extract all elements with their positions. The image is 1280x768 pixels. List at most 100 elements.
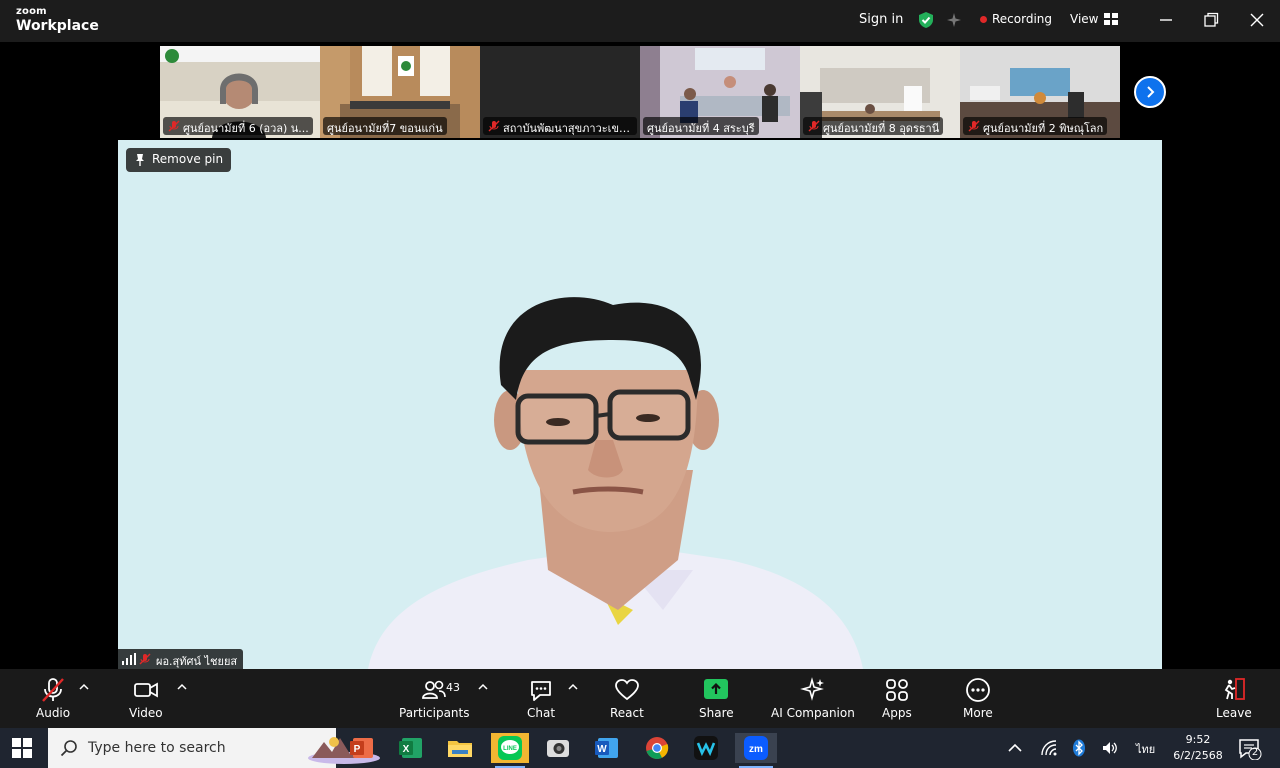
pin-icon xyxy=(136,154,144,166)
taskbar-search[interactable]: Type here to search xyxy=(48,728,380,768)
ai-sparkle-icon[interactable] xyxy=(945,11,963,29)
sign-in-link[interactable]: Sign in xyxy=(859,12,903,27)
more-label: More xyxy=(963,706,993,720)
windows-start-icon[interactable] xyxy=(12,738,32,758)
thumbnail-label: ศูนย์อนามัยที่ 6 (อวล) น... xyxy=(163,117,313,135)
notification-count: 2 xyxy=(1251,747,1259,758)
meeting-controls: Audio Video Participants 43 Chat React S… xyxy=(0,669,1280,728)
bluetooth-icon[interactable] xyxy=(1070,739,1088,757)
minimize-icon[interactable] xyxy=(1156,10,1176,30)
camera-app-icon[interactable] xyxy=(543,733,573,763)
mic-muted-icon xyxy=(139,653,151,665)
audio-options-chevron-up-icon[interactable] xyxy=(79,683,89,691)
system-clock[interactable]: 9:52 6/2/2568 xyxy=(1170,732,1226,764)
input-language[interactable]: ไทย xyxy=(1136,740,1155,758)
speaker-name-tag: ผอ.สุทัศน์ ไชยยส xyxy=(118,649,244,669)
notification-center[interactable]: 2 xyxy=(1238,738,1262,761)
participant-thumbnail[interactable]: ศูนย์อนามัยที่ 6 (อวล) น... xyxy=(160,46,320,138)
recording-indicator[interactable]: Recording xyxy=(980,12,1052,26)
leave-button[interactable]: Leave xyxy=(1216,677,1252,720)
thumbnail-label: ศูนย์อนามัยที่ 8 อุดรธานี xyxy=(803,117,944,135)
mic-muted-icon xyxy=(168,120,180,132)
gallery-strip: ศูนย์อนามัยที่ 6 (อวล) น... ศูนย์อนามัยท… xyxy=(160,46,1120,138)
thumbnail-name: ศูนย์อนามัยที่7 ขอนแก่น xyxy=(327,122,443,135)
participants-icon xyxy=(422,680,447,699)
next-page-button[interactable] xyxy=(1134,76,1166,108)
participant-thumbnail[interactable]: ศูนย์อนามัยที่7 ขอนแก่น xyxy=(320,46,480,138)
leave-door-icon xyxy=(1224,678,1245,700)
react-button[interactable]: React xyxy=(610,677,644,720)
leave-label: Leave xyxy=(1216,706,1252,720)
apps-label: Apps xyxy=(882,706,912,720)
thumbnail-name: ศูนย์อนามัยที่ 8 อุดรธานี xyxy=(823,122,940,135)
share-label: Share xyxy=(699,706,734,720)
shield-check-icon[interactable] xyxy=(917,11,935,29)
svg-text:X: X xyxy=(403,744,410,755)
ai-sparkle-icon xyxy=(800,677,824,701)
thumbnail-label: สถาบันพัฒนาสุขภาวะเขต... xyxy=(483,117,637,135)
react-label: React xyxy=(610,706,644,720)
thumbnail-label: ศูนย์อนามัยที่ 2 พิษณุโลก xyxy=(963,117,1108,135)
mic-muted-icon xyxy=(808,120,820,132)
audio-button[interactable]: Audio xyxy=(36,677,70,720)
record-dot-icon xyxy=(980,15,987,23)
zoom-app-icon: zm xyxy=(744,736,768,760)
speaker-video-frame xyxy=(118,140,1162,669)
remove-pin-button[interactable]: Remove pin xyxy=(126,148,232,172)
ai-companion-button[interactable]: AI Companion xyxy=(771,677,855,720)
video-camera-icon xyxy=(133,682,158,698)
clock-time: 9:52 xyxy=(1185,733,1211,746)
participant-thumbnail[interactable]: ศูนย์อนามัยที่ 8 อุดรธานี xyxy=(800,46,960,138)
webex-icon[interactable] xyxy=(691,733,721,763)
chat-button[interactable]: Chat xyxy=(527,677,555,720)
participant-thumbnail[interactable]: สถาบันพัฒนาสุขภาวะเขต... xyxy=(480,46,640,138)
remove-pin-label: Remove pin xyxy=(152,152,224,166)
volume-icon[interactable] xyxy=(1101,739,1119,757)
windows-taskbar: Type here to search P X LINE W zm ไทย 9:… xyxy=(0,728,1280,768)
powerpoint-icon[interactable]: P xyxy=(347,733,377,763)
ai-companion-label: AI Companion xyxy=(771,706,855,720)
participant-count: 43 xyxy=(446,681,460,694)
search-placeholder: Type here to search xyxy=(88,740,226,756)
chrome-icon[interactable] xyxy=(642,733,672,763)
restore-icon[interactable] xyxy=(1201,10,1221,30)
search-icon xyxy=(60,740,77,757)
heart-icon xyxy=(615,679,639,701)
signal-strength-icon xyxy=(122,653,136,665)
active-speaker-video[interactable]: Remove pin ผอ.สุทัศน์ ไชยยส xyxy=(118,140,1162,669)
apps-button[interactable]: Apps xyxy=(882,677,912,720)
word-icon[interactable]: W xyxy=(592,733,622,763)
video-button[interactable]: Video xyxy=(129,677,163,720)
zoom-logo: zoom Workplace xyxy=(16,7,99,34)
participant-thumbnail[interactable]: ศูนย์อนามัยที่ 2 พิษณุโลก xyxy=(960,46,1120,138)
video-options-chevron-up-icon[interactable] xyxy=(177,683,187,691)
excel-icon[interactable]: X xyxy=(396,733,426,763)
svg-text:LINE: LINE xyxy=(503,746,517,752)
share-screen-icon xyxy=(704,679,729,699)
view-button[interactable]: View xyxy=(1070,12,1119,26)
svg-text:P: P xyxy=(354,744,361,755)
more-ellipsis-icon xyxy=(965,678,990,702)
zoom-app-active[interactable]: zm xyxy=(735,733,777,768)
line-app-active[interactable]: LINE xyxy=(491,733,529,768)
chat-options-chevron-up-icon[interactable] xyxy=(568,683,578,691)
chat-label: Chat xyxy=(527,706,556,720)
line-app-icon: LINE xyxy=(498,736,522,760)
svg-text:W: W xyxy=(597,744,607,755)
participants-options-chevron-up-icon[interactable] xyxy=(478,683,488,691)
more-button[interactable]: More xyxy=(963,677,993,720)
show-hidden-icons-chevron-up-icon[interactable] xyxy=(1006,739,1024,757)
participant-thumbnail[interactable]: ศูนย์อนามัยที่ 4 สระบุรี xyxy=(640,46,800,138)
grid-view-icon xyxy=(1104,13,1119,25)
thumbnail-name: ศูนย์อนามัยที่ 4 สระบุรี xyxy=(647,122,755,135)
share-button[interactable]: Share xyxy=(699,677,734,720)
thumbnail-label: ศูนย์อนามัยที่ 4 สระบุรี xyxy=(643,117,759,135)
thumbnail-name: ศูนย์อนามัยที่ 6 (อวล) น... xyxy=(183,122,309,135)
svg-text:zm: zm xyxy=(749,744,763,755)
close-icon[interactable] xyxy=(1247,10,1267,30)
network-icon[interactable] xyxy=(1040,739,1058,757)
zoom-window: zoom Workplace Sign in Recording View ศู… xyxy=(0,0,1280,728)
participants-label: Participants xyxy=(399,706,470,720)
file-explorer-icon[interactable] xyxy=(445,733,475,763)
clock-date: 6/2/2568 xyxy=(1173,749,1223,762)
